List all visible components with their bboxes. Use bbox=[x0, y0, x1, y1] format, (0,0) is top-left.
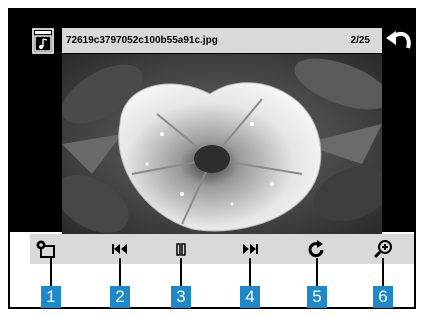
settings-slideshow-icon bbox=[36, 240, 55, 258]
zoom-in-icon bbox=[373, 240, 392, 259]
skip-next-icon bbox=[243, 244, 258, 254]
file-name: 72619c3797052c100b55a91c.jpg bbox=[66, 35, 218, 46]
skip-previous-icon bbox=[112, 244, 127, 254]
photo-viewer[interactable] bbox=[62, 54, 382, 234]
badge-6: 6 bbox=[373, 286, 393, 308]
rotate-icon bbox=[308, 240, 324, 258]
back-arrow-icon[interactable] bbox=[384, 28, 414, 52]
badge-5: 5 bbox=[307, 286, 327, 308]
badge-1: 1 bbox=[41, 286, 61, 308]
marker-line-6 bbox=[382, 258, 384, 286]
pause-icon bbox=[176, 243, 186, 256]
marker-line-1 bbox=[50, 258, 52, 286]
control-bar bbox=[30, 234, 414, 264]
badge-2: 2 bbox=[110, 286, 130, 308]
badge-4: 4 bbox=[240, 286, 260, 308]
marker-line-4 bbox=[249, 258, 251, 286]
title-bar: 72619c3797052c100b55a91c.jpg 2/25 bbox=[62, 28, 382, 53]
image-counter: 2/25 bbox=[350, 35, 370, 46]
marker-line-3 bbox=[180, 258, 182, 286]
badge-3: 3 bbox=[171, 286, 191, 308]
music-file-icon[interactable] bbox=[32, 28, 54, 54]
flower-photo bbox=[62, 54, 382, 234]
slideshow-settings-button[interactable] bbox=[30, 234, 60, 264]
marker-line-2 bbox=[119, 258, 121, 286]
marker-line-5 bbox=[316, 258, 318, 286]
